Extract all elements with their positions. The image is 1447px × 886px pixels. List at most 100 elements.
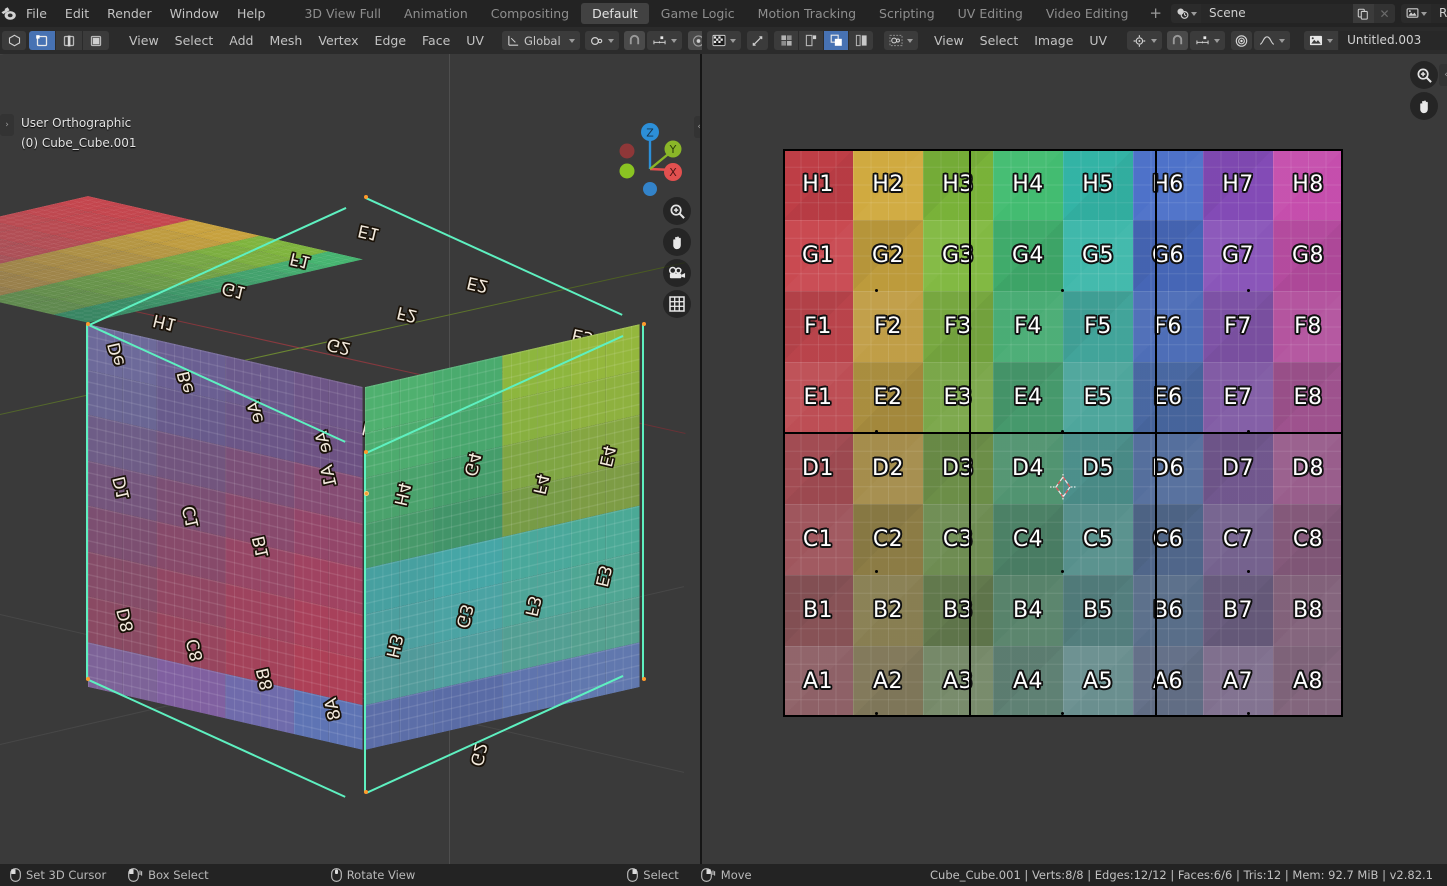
viewport-menu-edge[interactable]: Edge <box>367 27 414 54</box>
view-layer-icon[interactable] <box>1400 4 1431 23</box>
image-name-field[interactable]: Untitled.003 <box>1339 31 1447 50</box>
uv-grid-cell[interactable]: H3 <box>923 149 993 220</box>
scene-name-field[interactable]: Scene <box>1200 4 1353 23</box>
uv-grid-cell[interactable]: E1 <box>783 362 853 433</box>
viewport-menu-view[interactable]: View <box>121 27 167 54</box>
menu-file[interactable]: File <box>17 0 56 27</box>
uv-grid-cell[interactable]: B3 <box>923 575 993 646</box>
uv-grid-cell[interactable]: H7 <box>1203 149 1273 220</box>
uv-grid-cell[interactable]: C8 <box>1273 504 1343 575</box>
proportional-edit-icon[interactable] <box>1231 31 1253 50</box>
grid-ortho-icon[interactable] <box>663 290 691 318</box>
edge-select-icon[interactable] <box>56 31 82 50</box>
uv-grid-cell[interactable]: A1 <box>783 646 853 717</box>
uv-grid-cell[interactable]: E5 <box>1063 362 1133 433</box>
workspace-tab-scripting[interactable]: Scripting <box>868 3 946 24</box>
uv-grid-cell[interactable]: G2 <box>853 220 923 291</box>
uv-grid-cell[interactable]: G6 <box>1133 220 1203 291</box>
uv-grid-cell[interactable]: D1 <box>783 433 853 504</box>
uv-grid-cell[interactable]: F1 <box>783 291 853 362</box>
uv-vertex[interactable] <box>1061 712 1064 715</box>
snap-target-dropdown[interactable] <box>646 31 682 50</box>
uv-grid-cell[interactable]: C6 <box>1133 504 1203 575</box>
workspace-tab-motion-tracking[interactable]: Motion Tracking <box>747 3 867 24</box>
workspace-tab-default[interactable]: Default <box>581 3 649 24</box>
vertex-select-icon[interactable] <box>29 31 55 50</box>
uv-grid-cell[interactable]: B8 <box>1273 575 1343 646</box>
uv-grid-cell[interactable]: G3 <box>923 220 993 291</box>
uv-grid-cell[interactable]: F2 <box>853 291 923 362</box>
uv-grid-cell[interactable]: C3 <box>923 504 993 575</box>
uv-grid-cell[interactable]: A3 <box>923 646 993 717</box>
uv-grid-cell[interactable]: F7 <box>1203 291 1273 362</box>
uv-grid-cell[interactable]: A4 <box>993 646 1063 717</box>
uv-grid-cell[interactable]: G4 <box>993 220 1063 291</box>
uv-vertex[interactable] <box>875 712 878 715</box>
image-browse-dropdown[interactable] <box>1304 31 1339 50</box>
editor-type-3dview-icon[interactable] <box>2 31 26 50</box>
uv-grid-cell[interactable]: H4 <box>993 149 1063 220</box>
workspace-tab-compositing[interactable]: Compositing <box>480 3 580 24</box>
uv-grid-cell[interactable]: B7 <box>1203 575 1273 646</box>
uv-editor[interactable]: H1 H2 H3 H4 H5 H6 H7 H8 G1 G2 G3 G4 G5 G6 G7 G8 F1 F2 F3 F4… <box>702 54 1447 864</box>
viewport-menu-select[interactable]: Select <box>167 27 222 54</box>
uv-grid-cell[interactable]: F6 <box>1133 291 1203 362</box>
menu-render[interactable]: Render <box>98 0 161 27</box>
uv-grid-cell[interactable]: E7 <box>1203 362 1273 433</box>
uv-grid-cell[interactable]: G7 <box>1203 220 1273 291</box>
uv-proportional-falloff-dropdown[interactable] <box>1254 31 1291 50</box>
viewport-menu-vertex[interactable]: Vertex <box>310 27 366 54</box>
uv-vertex[interactable] <box>1247 570 1250 573</box>
toolbar-region-toggle[interactable]: › <box>0 114 14 136</box>
uv-vertex[interactable] <box>875 570 878 573</box>
menu-help[interactable]: Help <box>228 0 275 27</box>
editor-type-uveditor-icon[interactable] <box>707 31 741 50</box>
uv-grid-cell[interactable]: C7 <box>1203 504 1273 575</box>
viewport-menu-mesh[interactable]: Mesh <box>261 27 310 54</box>
uv-vertex[interactable] <box>1247 430 1250 433</box>
uv-island-icon[interactable] <box>849 31 873 50</box>
cursor-2d-icon[interactable] <box>1050 474 1076 500</box>
uv-grid-cell[interactable]: E4 <box>993 362 1063 433</box>
uv-vertex-icon[interactable] <box>774 31 798 50</box>
uv-grid-cell[interactable]: D6 <box>1133 433 1203 504</box>
uv-grid-cell[interactable]: H5 <box>1063 149 1133 220</box>
uv-grid-cell[interactable]: E2 <box>853 362 923 433</box>
uv-menu-uv[interactable]: UV <box>1081 27 1115 54</box>
uv-edge-icon[interactable] <box>799 31 823 50</box>
unlink-scene-button[interactable]: ✕ <box>1373 4 1395 23</box>
uv-grid-cell[interactable]: A6 <box>1133 646 1203 717</box>
scene-icon[interactable] <box>1170 4 1201 23</box>
uv-grid-cell[interactable]: C4 <box>993 504 1063 575</box>
uv-menu-image[interactable]: Image <box>1026 27 1081 54</box>
uv-grid-cell[interactable]: D3 <box>923 433 993 504</box>
uv-grid-cell[interactable]: D8 <box>1273 433 1343 504</box>
uv-grid-cell[interactable]: G8 <box>1273 220 1343 291</box>
face-select-icon[interactable] <box>83 31 109 50</box>
uv-grid-cell[interactable]: H8 <box>1273 149 1343 220</box>
workspace-tab-game-logic[interactable]: Game Logic <box>650 3 746 24</box>
uv-grid-cell[interactable]: E3 <box>923 362 993 433</box>
uv-grid-cell[interactable]: A8 <box>1273 646 1343 717</box>
uv-grid-cell[interactable]: F3 <box>923 291 993 362</box>
uv-pivot-dropdown[interactable] <box>1127 31 1163 50</box>
uv-grid-cell[interactable]: G5 <box>1063 220 1133 291</box>
viewlayer-name-field[interactable]: RenderLayer <box>1430 4 1447 23</box>
workspace-tab-animation[interactable]: Animation <box>393 3 479 24</box>
uv-face-icon[interactable] <box>824 31 848 50</box>
workspace-tab-video-editing[interactable]: Video Editing <box>1035 3 1140 24</box>
uv-vertex[interactable] <box>875 289 878 292</box>
uv-grid-cell[interactable]: H6 <box>1133 149 1203 220</box>
uv-grid-cell[interactable]: C5 <box>1063 504 1133 575</box>
camera-icon[interactable] <box>663 259 691 287</box>
uv-vertex[interactable] <box>1061 289 1064 292</box>
uv-sync-icon[interactable] <box>747 31 768 50</box>
viewport-menu-face[interactable]: Face <box>414 27 458 54</box>
uv-grid-cell[interactable]: B1 <box>783 575 853 646</box>
zoom-icon[interactable] <box>1410 61 1438 89</box>
uv-menu-select[interactable]: Select <box>972 27 1027 54</box>
blender-logo-icon[interactable] <box>0 0 17 27</box>
uv-snap-target-dropdown[interactable] <box>1190 31 1226 50</box>
zoom-icon[interactable] <box>663 197 691 225</box>
uv-grid-cell[interactable]: H2 <box>853 149 923 220</box>
